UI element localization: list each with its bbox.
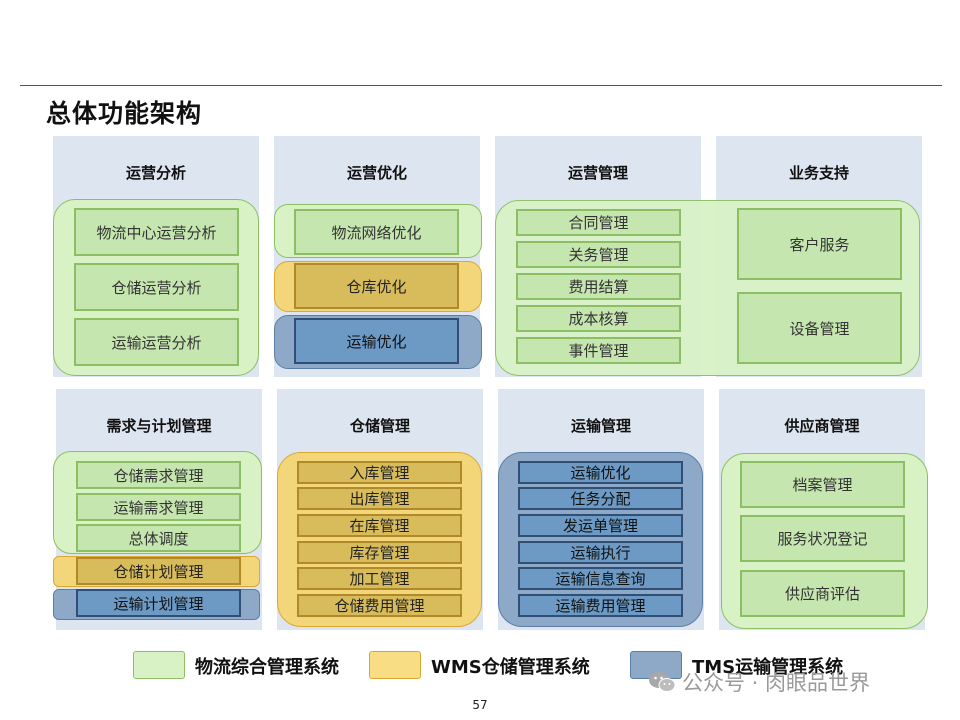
item-transport-analysis[interactable]: 运输运营分析 <box>74 318 239 366</box>
item-archive-management[interactable]: 档案管理 <box>740 461 905 508</box>
item-supplier-evaluation[interactable]: 供应商评估 <box>740 570 905 617</box>
panel-title: 业务支持 <box>788 164 849 182</box>
item-in-stock[interactable]: 在库管理 <box>297 514 462 537</box>
page-number: 57 <box>472 698 488 712</box>
watermark-text: 公众号 · 肉眼品世界 <box>682 671 871 695</box>
panel-title: 运输管理 <box>570 417 631 435</box>
item-transport-optimization[interactable]: 运输优化 <box>294 318 459 364</box>
item-equipment-management[interactable]: 设备管理 <box>737 292 902 364</box>
legend-label-integrated: 物流综合管理系统 <box>195 657 339 678</box>
watermark: 公众号 · 肉眼品世界 <box>648 667 870 697</box>
item-outbound[interactable]: 出库管理 <box>297 487 462 510</box>
item-overall-dispatch[interactable]: 总体调度 <box>76 524 241 552</box>
panel-title: 需求与计划管理 <box>106 417 212 435</box>
legend-label-wms: WMS仓储管理系统 <box>431 657 590 678</box>
item-processing[interactable]: 加工管理 <box>297 567 462 590</box>
item-inventory[interactable]: 库存管理 <box>297 541 462 564</box>
page-title: 总体功能架构 <box>46 99 203 128</box>
item-logistics-center-analysis[interactable]: 物流中心运营分析 <box>74 208 239 256</box>
item-task-assignment[interactable]: 任务分配 <box>518 487 683 510</box>
item-network-optimization[interactable]: 物流网络优化 <box>294 209 459 255</box>
item-fee-settlement[interactable]: 费用结算 <box>516 273 681 300</box>
item-transport-plan[interactable]: 运输计划管理 <box>76 589 241 617</box>
top-rule <box>20 85 942 86</box>
item-warehouse-demand[interactable]: 仓储需求管理 <box>76 461 241 489</box>
item-cost-accounting[interactable]: 成本核算 <box>516 305 681 332</box>
item-inbound[interactable]: 入库管理 <box>297 461 462 484</box>
panel-title: 运营分析 <box>125 164 186 182</box>
item-event-management[interactable]: 事件管理 <box>516 337 681 364</box>
item-service-registration[interactable]: 服务状况登记 <box>740 515 905 562</box>
item-contract-management[interactable]: 合同管理 <box>516 209 681 236</box>
wechat-icon <box>648 670 676 694</box>
item-transport-demand[interactable]: 运输需求管理 <box>76 493 241 521</box>
legend-swatch-integrated <box>133 651 185 679</box>
item-shipping-order[interactable]: 发运单管理 <box>518 514 683 537</box>
item-customs-management[interactable]: 关务管理 <box>516 241 681 268</box>
item-transport-query[interactable]: 运输信息查询 <box>518 567 683 590</box>
item-warehouse-fees[interactable]: 仓储费用管理 <box>297 594 462 617</box>
item-customer-service[interactable]: 客户服务 <box>737 208 902 280</box>
item-warehouse-optimization[interactable]: 仓库优化 <box>294 263 459 309</box>
legend-swatch-wms <box>369 651 421 679</box>
item-warehouse-analysis[interactable]: 仓储运营分析 <box>74 263 239 311</box>
panel-title: 供应商管理 <box>784 417 860 435</box>
item-warehouse-plan[interactable]: 仓储计划管理 <box>76 557 241 585</box>
item-route-optimization[interactable]: 运输优化 <box>518 461 683 484</box>
item-transport-execution[interactable]: 运输执行 <box>518 541 683 564</box>
panel-title: 运营优化 <box>346 164 407 182</box>
panel-title: 仓储管理 <box>349 417 410 435</box>
panel-title: 运营管理 <box>567 164 628 182</box>
item-transport-fees[interactable]: 运输费用管理 <box>518 594 683 617</box>
